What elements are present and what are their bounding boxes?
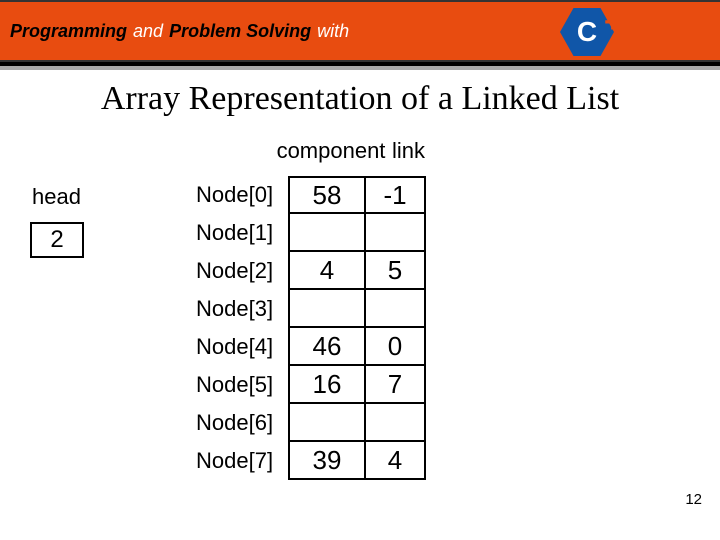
header-link: link (392, 138, 442, 164)
cell-link (366, 214, 426, 252)
banner-with: with (317, 21, 349, 42)
cell-link: 5 (366, 252, 426, 290)
cell-component: 16 (288, 366, 366, 404)
banner-and: and (133, 21, 163, 42)
cell-component: 4 (288, 252, 366, 290)
banner-word-problem-solving: Problem Solving (169, 21, 311, 42)
table-row: Node[6] (196, 404, 426, 442)
table-row: Node[1] (196, 214, 426, 252)
node-label: Node[4] (196, 334, 288, 360)
cpp-c: C (577, 16, 597, 48)
cell-component (288, 214, 366, 252)
node-label: Node[0] (196, 182, 288, 208)
node-label: Node[5] (196, 372, 288, 398)
cell-component (288, 290, 366, 328)
cell-link: -1 (366, 176, 426, 214)
cell-link: 4 (366, 442, 426, 480)
head-value-box: 2 (30, 222, 84, 258)
head-label: head (32, 184, 81, 210)
banner-text: Programming and Problem Solving with (10, 21, 349, 42)
cell-component: 39 (288, 442, 366, 480)
node-label: Node[2] (196, 258, 288, 284)
table-row: Node[3] (196, 290, 426, 328)
cpp-logo: C ++ (560, 8, 630, 58)
cell-link: 7 (366, 366, 426, 404)
slide-number: 12 (685, 491, 702, 508)
nodes-table: Node[0] 58 -1 Node[1] Node[2] 4 5 Node[3… (196, 176, 426, 480)
node-label: Node[1] (196, 220, 288, 246)
cell-link (366, 404, 426, 442)
header-component: component (276, 138, 386, 164)
cell-component: 58 (288, 176, 366, 214)
table-row: Node[7] 39 4 (196, 442, 426, 480)
cell-link: 0 (366, 328, 426, 366)
table-row: Node[5] 16 7 (196, 366, 426, 404)
node-label: Node[6] (196, 410, 288, 436)
cpp-plusplus: ++ (604, 6, 631, 40)
slide-content: component link head 2 Node[0] 58 -1 Node… (0, 118, 720, 518)
head-value: 2 (50, 226, 63, 254)
cell-link (366, 290, 426, 328)
table-row: Node[0] 58 -1 (196, 176, 426, 214)
book-banner: Programming and Problem Solving with C +… (0, 0, 720, 62)
node-label: Node[7] (196, 448, 288, 474)
cell-component (288, 404, 366, 442)
table-row: Node[2] 4 5 (196, 252, 426, 290)
banner-underline (0, 62, 720, 66)
banner-word-programming: Programming (10, 21, 127, 42)
slide-title: Array Representation of a Linked List (0, 80, 720, 118)
table-row: Node[4] 46 0 (196, 328, 426, 366)
column-headers: component link (276, 138, 442, 164)
node-label: Node[3] (196, 296, 288, 322)
cell-component: 46 (288, 328, 366, 366)
